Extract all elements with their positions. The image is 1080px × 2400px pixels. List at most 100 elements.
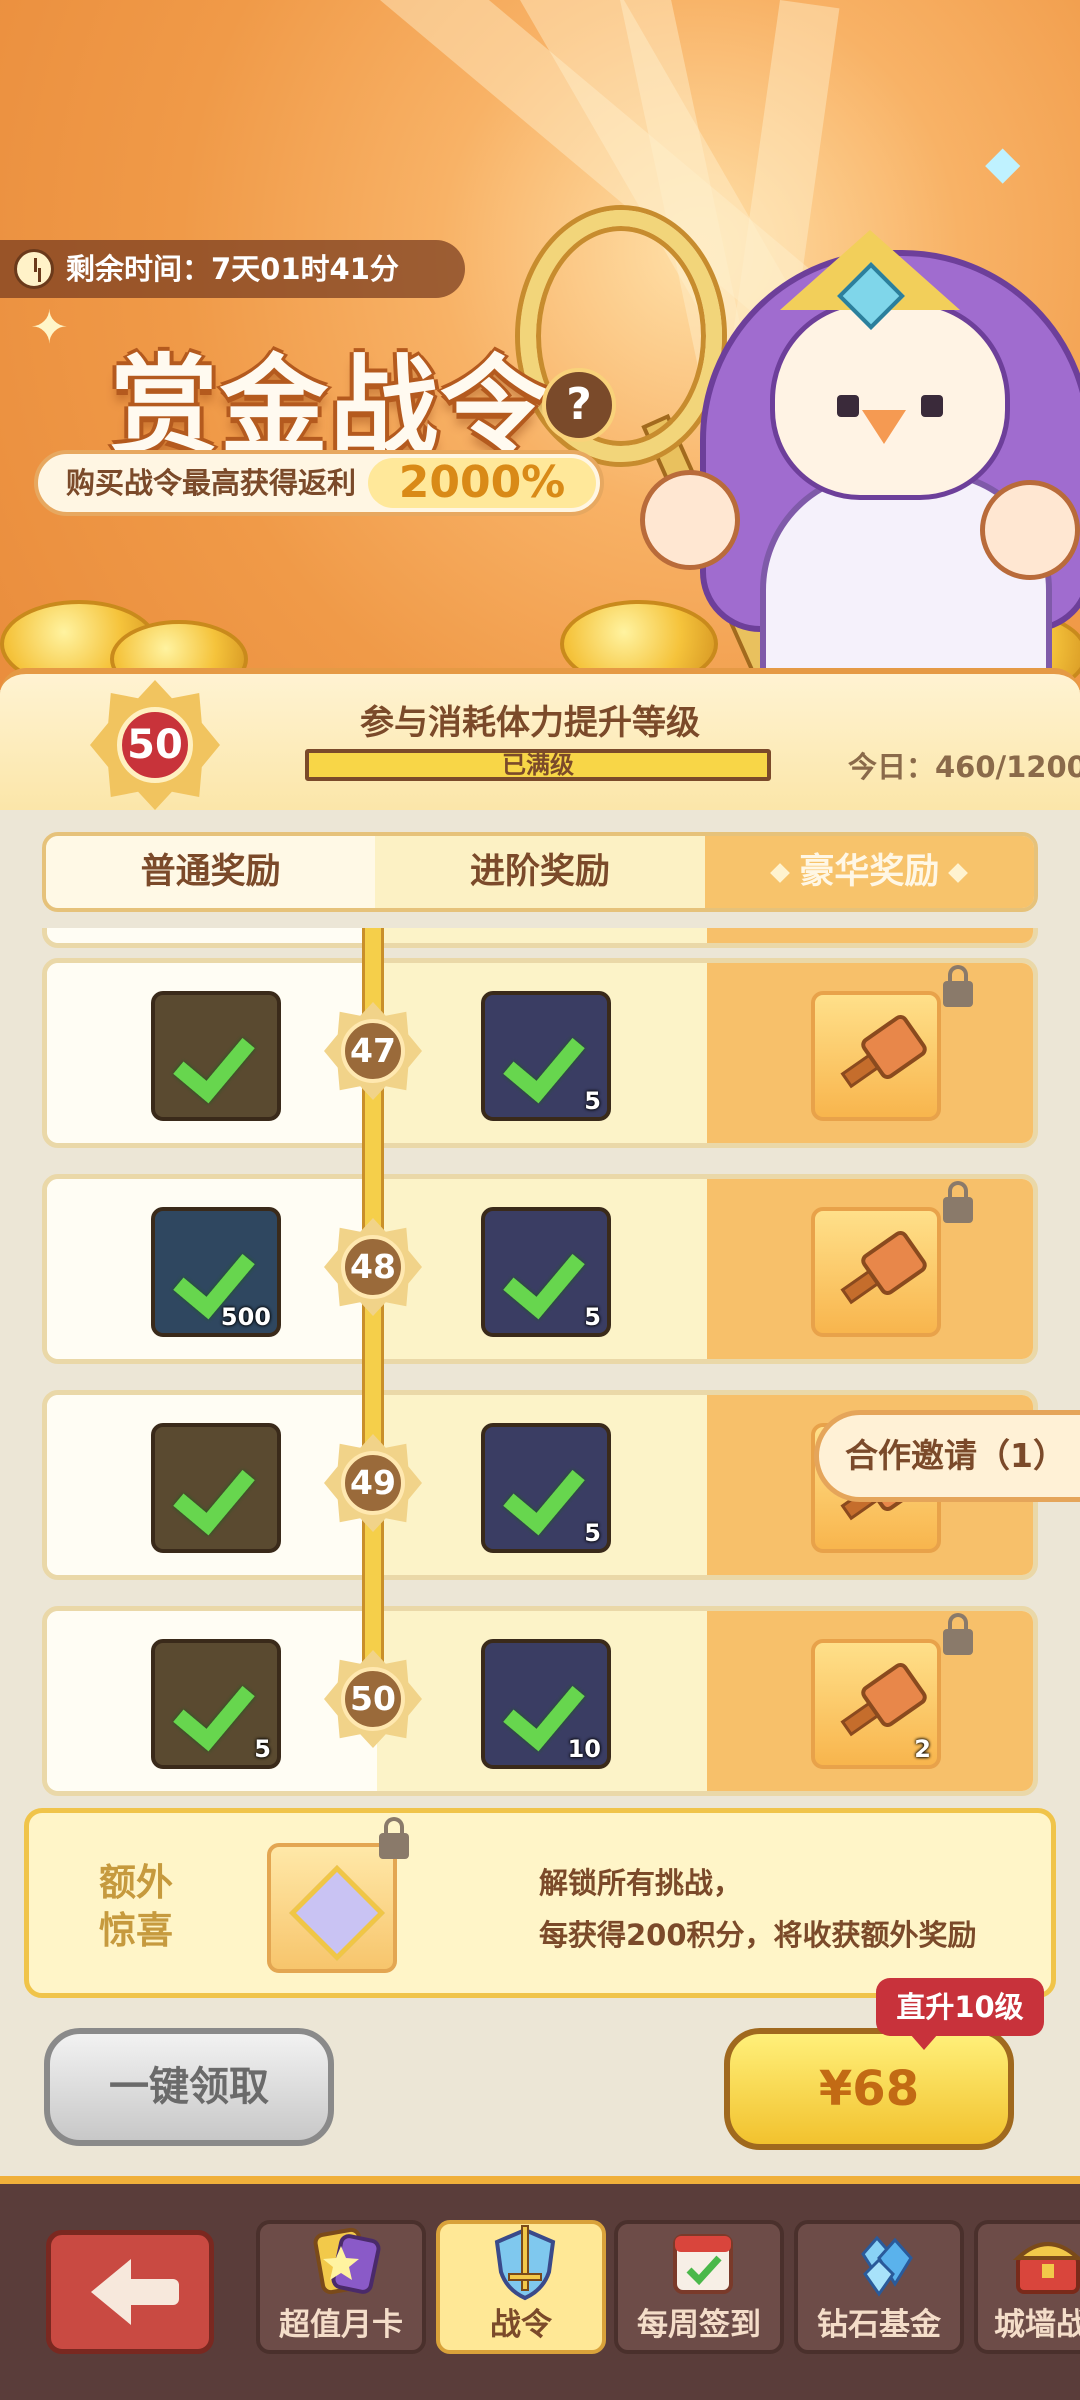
item-quantity: 10 — [567, 1735, 601, 1763]
reward-tabs: 普通奖励 进阶奖励 豪华奖励 — [42, 832, 1038, 912]
level-node-50: 50 — [324, 1650, 422, 1748]
tab-label: 普通奖励 — [140, 852, 281, 892]
nav-monthly-card[interactable]: 超值月卡 — [256, 2220, 426, 2354]
claimed-check-icon — [507, 1235, 587, 1315]
hammer-icon — [837, 1011, 930, 1097]
reward-row — [42, 928, 1038, 948]
tab-advanced-rewards[interactable]: 进阶奖励 — [375, 836, 705, 908]
luxury-reward-48[interactable] — [811, 1207, 941, 1337]
claimed-check-icon — [507, 1451, 587, 1531]
advanced-column: 5 — [377, 1395, 707, 1575]
lock-icon — [943, 965, 973, 1007]
calendar-check-icon — [673, 2234, 733, 2294]
item-quantity: 5 — [584, 1303, 601, 1331]
extra-surprise-label-line: 惊喜 — [99, 1909, 173, 1952]
extra-surprise-text-line: 解锁所有挑战， — [539, 1866, 743, 1900]
node-level: 48 — [341, 1235, 405, 1299]
character-hand — [640, 470, 740, 570]
advanced-reward-49[interactable]: 5 — [481, 1423, 611, 1553]
back-button[interactable] — [46, 2230, 214, 2354]
level-title: 参与消耗体力提升等级 — [360, 703, 700, 743]
extra-surprise-label-line: 额外 — [99, 1861, 173, 1904]
advanced-reward-50[interactable]: 10 — [481, 1639, 611, 1769]
remaining-time-bar: 剩余时间：7天01时41分 — [0, 240, 465, 298]
tab-normal-rewards[interactable]: 普通奖励 — [46, 836, 376, 908]
extra-surprise-text-line: 每获得200积分，将收获额外奖励 — [539, 1918, 977, 1952]
diamond-icon — [770, 863, 791, 883]
promo-pill: 购买战令最高获得返利 2000% — [34, 450, 604, 516]
tab-luxury-rewards[interactable]: 豪华奖励 — [704, 836, 1034, 908]
character-eye — [921, 395, 943, 417]
item-quantity: 500 — [220, 1303, 271, 1331]
nav-label: 战令 — [490, 2307, 552, 2343]
normal-reward-50[interactable]: 5 — [151, 1639, 281, 1769]
reward-list[interactable]: 5 500 5 5 5 10 2 — [42, 928, 1038, 1798]
claimed-check-icon — [177, 1019, 257, 1099]
luxury-column: 2 — [707, 1611, 1033, 1791]
tab-label: 进阶奖励 — [469, 852, 610, 892]
treasure-chest-icon — [1012, 2242, 1080, 2294]
nav-label: 城墙战 — [994, 2307, 1080, 2343]
promo-percent: 2000% — [368, 458, 596, 508]
nav-diamond-fund[interactable]: 钻石基金 — [794, 2220, 964, 2354]
level-progress-text: 已满级 — [502, 751, 574, 779]
luxury-reward-50[interactable]: 2 — [811, 1639, 941, 1769]
claimed-check-icon — [507, 1019, 587, 1099]
normal-reward-47[interactable] — [151, 991, 281, 1121]
level-node-49: 49 — [324, 1434, 422, 1532]
nav-city-wall-battle[interactable]: 城墙战 — [974, 2220, 1080, 2354]
hammer-icon — [837, 1227, 930, 1313]
remaining-time-text: 剩余时间：7天01时41分 — [66, 252, 399, 286]
reward-row-47: 5 — [42, 958, 1038, 1148]
hammer-icon — [837, 1659, 930, 1745]
monthly-card-icon — [313, 2227, 381, 2295]
sparkle-icon: ✦ — [30, 300, 69, 354]
normal-reward-49[interactable] — [151, 1423, 281, 1553]
advanced-column: 10 — [377, 1611, 707, 1791]
lock-icon — [943, 1181, 973, 1223]
level-node-48: 48 — [324, 1218, 422, 1316]
level-progress-bar: 已满级 — [305, 749, 771, 781]
luxury-column — [707, 928, 1033, 943]
item-quantity: 2 — [914, 1735, 931, 1763]
promo-text: 购买战令最高获得返利 — [66, 466, 357, 500]
level-node-47: 47 — [324, 1002, 422, 1100]
nav-weekly-checkin[interactable]: 每周签到 — [614, 2220, 784, 2354]
diamond-fund-icon — [861, 2235, 913, 2297]
buy-pass-button[interactable]: ¥68 — [724, 2028, 1014, 2150]
item-quantity: 5 — [584, 1519, 601, 1547]
coop-invite-button[interactable]: 合作邀请（1） — [814, 1410, 1080, 1502]
level-number: 50 — [117, 707, 193, 783]
character-face — [770, 300, 1010, 500]
tab-label: 豪华奖励 — [799, 852, 940, 892]
help-button[interactable]: ? — [542, 368, 616, 442]
node-level: 50 — [341, 1667, 405, 1731]
today-stamina: 今日：460/1200 — [848, 750, 1080, 784]
node-level: 49 — [341, 1451, 405, 1515]
luxury-reward-47[interactable] — [811, 991, 941, 1121]
normal-reward-48[interactable]: 500 — [151, 1207, 281, 1337]
node-level: 47 — [341, 1019, 405, 1083]
nav-label: 超值月卡 — [279, 2307, 403, 2343]
advanced-column: 5 — [377, 1179, 707, 1359]
claimed-check-icon — [177, 1451, 257, 1531]
advanced-reward-48[interactable]: 5 — [481, 1207, 611, 1337]
nav-label: 钻石基金 — [817, 2307, 941, 2343]
extra-surprise-panel: 额外 惊喜 解锁所有挑战， 每获得200积分，将收获额外奖励 — [24, 1808, 1056, 1998]
extra-surprise-reward[interactable] — [267, 1843, 397, 1973]
diamond-icon — [948, 863, 969, 883]
advanced-column — [377, 928, 707, 943]
star-gem-icon — [288, 1864, 386, 1962]
luxury-column — [707, 963, 1033, 1143]
item-quantity: 5 — [584, 1087, 601, 1115]
level-up-tag: 直升10级 — [876, 1978, 1044, 2050]
extra-surprise-text: 解锁所有挑战， 每获得200积分，将收获额外奖励 — [539, 1857, 977, 1961]
lock-icon — [379, 1817, 409, 1859]
nav-battle-pass[interactable]: 战令 — [436, 2220, 606, 2354]
advanced-reward-47[interactable]: 5 — [481, 991, 611, 1121]
nav-label: 每周签到 — [637, 2307, 761, 2343]
lock-icon — [943, 1613, 973, 1655]
luxury-column — [707, 1179, 1033, 1359]
character-beak — [862, 410, 906, 444]
claim-all-button[interactable]: 一键领取 — [44, 2028, 334, 2146]
